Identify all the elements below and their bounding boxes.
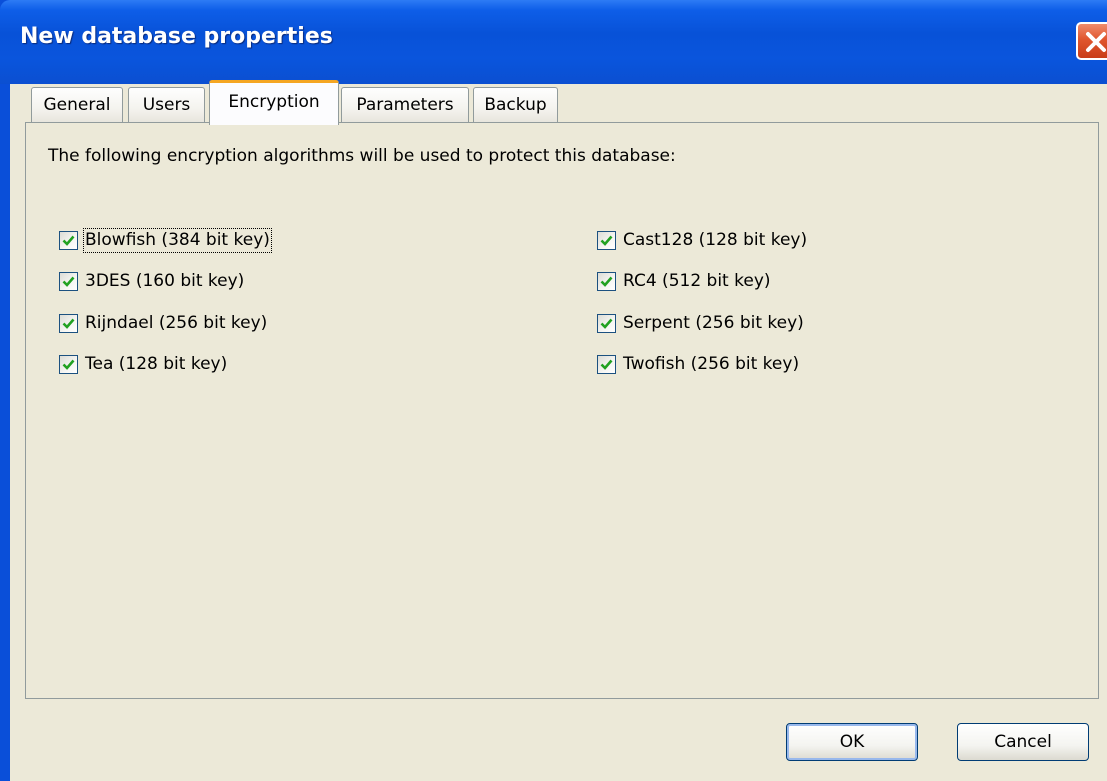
cancel-button-label: Cancel bbox=[994, 732, 1052, 752]
ok-button[interactable]: OK bbox=[786, 723, 918, 761]
ok-button-label: OK bbox=[839, 732, 865, 752]
title-bar[interactable]: New database properties bbox=[0, 0, 1107, 84]
algorithm-label: Twofish (256 bit key) bbox=[623, 354, 800, 374]
checkbox-cast128[interactable] bbox=[597, 231, 616, 250]
tab-label: Users bbox=[142, 95, 191, 115]
tab-label: Backup bbox=[484, 95, 547, 115]
tab-parameters[interactable]: Parameters bbox=[341, 87, 469, 123]
checkbox-blowfish[interactable] bbox=[59, 231, 78, 250]
tab-label: Parameters bbox=[356, 95, 454, 115]
checkmark-icon bbox=[600, 235, 613, 246]
cancel-button[interactable]: Cancel bbox=[957, 723, 1089, 761]
window-title: New database properties bbox=[20, 24, 333, 49]
algorithm-label: Blowfish (384 bit key) bbox=[83, 228, 272, 253]
checkmark-icon bbox=[600, 276, 613, 287]
checkmark-icon bbox=[62, 235, 75, 246]
checkmark-icon bbox=[62, 359, 75, 370]
tab-general[interactable]: General bbox=[31, 87, 123, 123]
checkmark-icon bbox=[600, 359, 613, 370]
algorithm-label: RC4 (512 bit key) bbox=[623, 271, 771, 291]
checkmark-icon bbox=[62, 318, 75, 329]
algorithm-label: Serpent (256 bit key) bbox=[623, 313, 804, 333]
algorithm-label: Rijndael (256 bit key) bbox=[85, 313, 268, 333]
close-button[interactable] bbox=[1076, 22, 1107, 60]
tab-backup[interactable]: Backup bbox=[473, 87, 558, 123]
encryption-panel: The following encryption algorithms will… bbox=[25, 122, 1099, 699]
algorithm-label: 3DES (160 bit key) bbox=[85, 271, 245, 291]
checkbox-serpent[interactable] bbox=[597, 314, 616, 333]
algorithm-label: Cast128 (128 bit key) bbox=[623, 230, 808, 250]
tab-label: General bbox=[43, 95, 111, 115]
tab-encryption[interactable]: Encryption bbox=[209, 80, 339, 125]
checkbox-rijndael[interactable] bbox=[59, 314, 78, 333]
algorithm-label: Tea (128 bit key) bbox=[85, 354, 228, 374]
close-icon bbox=[1086, 32, 1106, 52]
checkbox-rc4[interactable] bbox=[597, 272, 616, 291]
checkbox-3des[interactable] bbox=[59, 272, 78, 291]
checkmark-icon bbox=[600, 318, 613, 329]
tab-label: Encryption bbox=[228, 92, 320, 112]
encryption-intro-text: The following encryption algorithms will… bbox=[48, 146, 676, 166]
checkmark-icon bbox=[62, 276, 75, 287]
checkbox-twofish[interactable] bbox=[597, 355, 616, 374]
tab-users[interactable]: Users bbox=[128, 87, 205, 123]
checkbox-tea[interactable] bbox=[59, 355, 78, 374]
